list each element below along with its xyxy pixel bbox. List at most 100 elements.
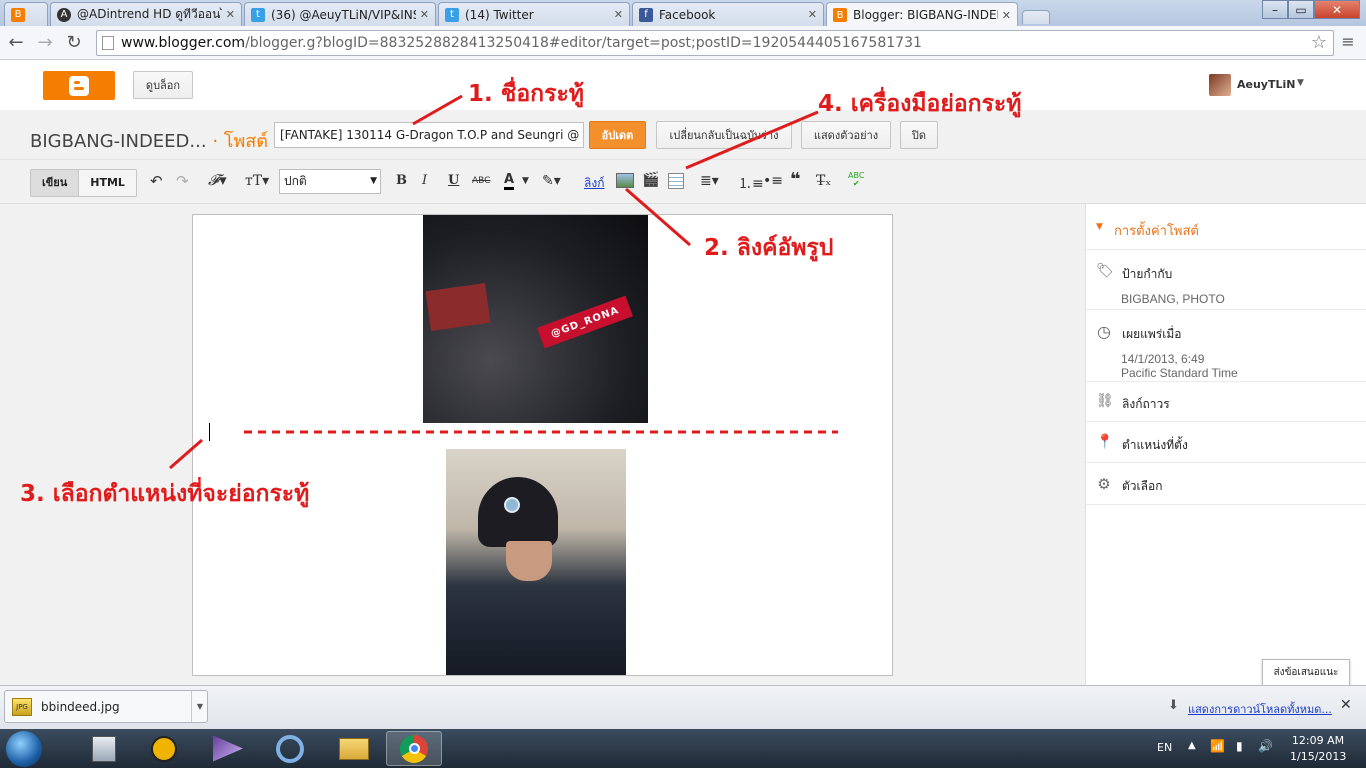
view-blog-button[interactable]: ดูบล็อก [133,71,193,99]
back-arrow-icon[interactable]: ← [4,32,28,53]
chevron-down-icon[interactable]: ▼ [522,176,529,186]
tray-arrow-icon[interactable]: ▲ [1188,740,1196,751]
highlight-color-icon[interactable]: ✎▾ [542,173,561,189]
tab-adintrend[interactable]: A @ADintrend HD ดูทีวีออนไล ✕ [50,2,242,26]
editor-area: @GD_RONA ▲ ▼ [0,204,1085,685]
tab-facebook[interactable]: f Facebook ✕ [632,2,824,26]
blog-title[interactable]: BIGBANG-INDEED... · โพสต์ [30,126,268,155]
show-all-downloads-link[interactable]: แสดงการดาวน์โหลดทั้งหมด... [1188,700,1332,718]
taskbar-chrome[interactable] [386,731,442,766]
published-section[interactable]: ◷ เผยแพร่เมื่อ 14/1/2013, 6:49 Pacific S… [1086,310,1366,382]
tab-title: (14) Twitter [465,7,534,22]
close-icon[interactable]: ✕ [614,8,623,21]
link-button[interactable]: ลิงก์ [584,174,604,193]
options-section[interactable]: ⚙ ตัวเลือก [1086,463,1366,505]
post-body-editor[interactable]: @GD_RONA ▲ ▼ [192,214,893,676]
editor-toolbar: เขียน HTML ↶ ↷ 𝓕▾ ᴛT▾ ปกติ ▼ B I U ABC A … [0,160,1366,204]
annotation-3: 3. เลือกตำแหน่งที่จะย่อกระทู้ [20,481,310,507]
photo-detail [425,283,491,331]
new-tab-button[interactable] [1022,10,1050,24]
bullet-list-icon[interactable]: •≡ [763,173,783,189]
adintrend-app-icon [151,735,177,762]
close-button[interactable]: ปิด [900,121,938,149]
start-button[interactable] [6,731,42,767]
wrench-menu-icon[interactable]: ≡ [1336,32,1360,51]
permalink-section[interactable]: ⛓ ลิงก์ถาวร [1086,382,1366,422]
compose-mode-button[interactable]: เขียน [31,170,79,196]
labels-section[interactable]: 🏷 ป้ายกำกับ BIGBANG, PHOTO [1086,250,1366,310]
insert-image-icon[interactable] [616,173,634,188]
photo-detail [504,497,520,513]
clock-date[interactable]: 1/15/2013 [1290,750,1346,763]
font-size-icon[interactable]: ᴛT▾ [245,173,269,189]
redo-icon[interactable]: ↷ [176,172,189,190]
tab-twitter[interactable]: t (14) Twitter ✕ [438,2,630,26]
calculator-icon [92,735,116,762]
strikethrough-icon[interactable]: ABC [472,176,490,186]
reload-icon[interactable]: ↻ [62,32,86,53]
taskbar-app-circle[interactable] [262,731,318,766]
close-icon[interactable]: ✕ [420,8,429,21]
close-icon[interactable]: ✕ [1002,9,1011,22]
twitter-bird-icon: t [251,7,265,22]
post-photo-2[interactable] [446,449,626,675]
taskbar-explorer[interactable] [326,731,382,766]
annotation-1: 1. ชื่อกระทู้ [468,81,584,107]
battery-icon[interactable]: ▮ [1236,739,1243,753]
post-settings-title: การตั้งค่าโพสต์ [1114,224,1199,239]
numbered-list-icon[interactable]: ⒈≡ [738,173,764,193]
undo-icon[interactable]: ↶ [150,172,163,190]
html-mode-button[interactable]: HTML [78,170,136,196]
spellcheck-icon[interactable]: ABC ✔ [848,172,864,188]
language-indicator[interactable]: EN [1157,741,1172,754]
insert-jump-break-icon[interactable] [668,173,684,189]
underline-icon[interactable]: U [448,173,459,188]
update-button[interactable]: อัปเดต [589,121,646,149]
username[interactable]: AeuyTLiN [1237,78,1295,91]
tab-blogger-active[interactable]: B Blogger: BIGBANG-INDEE ✕ [826,2,1018,27]
preview-button[interactable]: แสดงตัวอย่าง [801,121,891,149]
revert-to-draft-button[interactable]: เปลี่ยนกลับเป็นฉบับร่าง [656,121,792,149]
location-section[interactable]: 📍 ตำแหน่งที่ตั้ง [1086,422,1366,463]
post-photo-1[interactable]: @GD_RONA [423,215,648,423]
bookmark-star-icon[interactable]: ☆ [1311,31,1327,55]
close-icon[interactable]: ✕ [226,8,235,21]
tab-title: Blogger: BIGBANG-INDEE [853,8,998,22]
forward-arrow-icon[interactable]: → [33,32,57,53]
tab-twitter-vip[interactable]: t (36) @AeuyTLiN/VIP&INS ✕ [244,2,436,26]
chevron-down-icon[interactable]: ▼ [1297,78,1304,88]
taskbar-media-player[interactable] [200,731,256,766]
blogger-logo[interactable] [43,71,115,100]
send-feedback-button[interactable]: ส่งข้อเสนอแนะ [1262,659,1350,686]
font-family-icon[interactable]: 𝓕▾ [208,171,227,189]
post-settings-header[interactable]: ▼ การตั้งค่าโพสต์ [1086,204,1366,250]
post-title-input[interactable]: [FANTAKE] 130114 G-Dragon T.O.P and Seun… [274,122,584,148]
blogger-b-icon [69,75,89,96]
bold-icon[interactable]: B [396,173,407,188]
quote-icon[interactable]: ❝ [790,169,801,190]
chevron-down-icon[interactable]: ▼ [191,691,208,722]
network-icon[interactable]: 📶 [1210,739,1225,753]
text-color-icon[interactable]: A [504,173,515,190]
volume-icon[interactable]: 🔊 [1258,739,1273,753]
address-bar[interactable]: www.blogger.com/blogger.g?blogID=8832528… [96,30,1334,56]
blog-title-text: BIGBANG-INDEED... [30,131,207,152]
format-select[interactable]: ปกติ ▼ [279,169,381,194]
gear-icon: ⚙ [1097,475,1111,493]
avatar[interactable] [1209,74,1231,96]
align-icon[interactable]: ≣▾ [700,173,719,189]
taskbar-adintrend[interactable] [136,731,192,766]
tab-blogger-small[interactable]: B [4,2,48,26]
link-icon: ⛓ [1096,393,1114,409]
minimize-button[interactable]: – [1262,0,1288,19]
download-item[interactable]: JPG bbindeed.jpg ▼ [4,690,208,723]
close-icon[interactable]: ✕ [808,8,817,21]
insert-video-icon[interactable]: 🎬 [642,172,659,188]
clock-time[interactable]: 12:09 AM [1290,734,1346,747]
window-close-button[interactable]: ✕ [1314,0,1360,19]
remove-formatting-icon[interactable]: T̶ₓ [816,173,831,189]
close-icon[interactable]: ✕ [1340,697,1352,713]
italic-icon[interactable]: I [422,173,427,188]
maximize-button[interactable]: ▭ [1288,0,1314,19]
taskbar-calculator[interactable] [76,731,132,766]
